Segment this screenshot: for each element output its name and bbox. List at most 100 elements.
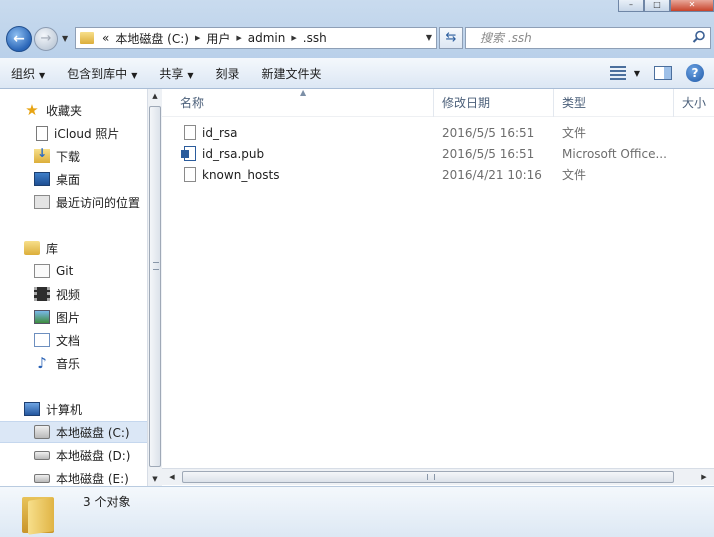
breadcrumb-drive-c[interactable]: 本地磁盘 (C:)	[115, 30, 189, 47]
help-icon[interactable]: ?	[686, 64, 704, 82]
minimize-button[interactable]: –	[618, 0, 644, 12]
publisher-file-icon	[181, 146, 196, 161]
nav-item-label: 视频	[56, 287, 81, 302]
share-menu[interactable]: 共享 ▼	[148, 65, 204, 82]
file-list: ▲ 名称 修改日期 类型 大小 id_rsa 2016/5/5 16:51 文件…	[162, 89, 714, 486]
folder-icon	[80, 32, 94, 44]
file-type: Microsoft Office...	[562, 146, 667, 161]
nav-item-videos[interactable]: 视频	[0, 283, 147, 305]
nav-item-downloads[interactable]: 下载	[0, 145, 147, 167]
back-button[interactable]: ←	[6, 26, 32, 52]
column-header-date[interactable]: 修改日期	[434, 89, 554, 117]
details-pane: 3 个对象	[0, 486, 714, 537]
include-in-library-label: 包含到库中	[67, 66, 128, 81]
grip-icon	[427, 474, 435, 480]
forward-button[interactable]: →	[34, 27, 58, 51]
address-bar[interactable]: « 本地磁盘 (C:) ▶ 用户 ▶ admin ▶ .ssh ▼	[75, 27, 437, 49]
nav-item-label: 本地磁盘 (D:)	[56, 448, 131, 463]
search-icon[interactable]	[692, 30, 706, 44]
file-list-horizontal-scrollbar[interactable]: ◀ ▶	[162, 468, 714, 485]
file-date: 2016/4/21 10:16	[442, 167, 542, 182]
chevron-right-icon[interactable]: ▶	[236, 34, 241, 42]
computer-icon	[24, 402, 40, 416]
nav-item-drive-d[interactable]: 本地磁盘 (D:)	[0, 444, 147, 466]
recent-places-icon	[34, 195, 50, 209]
organize-menu[interactable]: 组织 ▼	[0, 65, 56, 82]
file-row-id-rsa-pub[interactable]: id_rsa.pub 2016/5/5 16:51 Microsoft Offi…	[162, 143, 714, 164]
picture-icon	[34, 310, 50, 324]
share-label: 共享	[159, 66, 184, 81]
file-name-cell: id_rsa	[162, 125, 434, 140]
scroll-left-arrow-icon[interactable]: ◀	[164, 469, 180, 485]
sort-ascending-icon: ▲	[300, 89, 307, 97]
desktop-icon	[34, 172, 50, 186]
breadcrumb-overflow[interactable]: «	[102, 31, 109, 45]
navigation-scrollbar[interactable]: ▲ ▼	[147, 89, 162, 486]
nav-item-recent-places[interactable]: 最近访问的位置	[0, 191, 147, 213]
nav-computer[interactable]: 计算机	[0, 398, 147, 420]
nav-item-drive-c[interactable]: 本地磁盘 (C:)	[0, 421, 147, 443]
file-name: id_rsa.pub	[202, 146, 265, 161]
command-bar: 组织 ▼ 包含到库中 ▼ 共享 ▼ 刻录 新建文件夹 ▼ ?	[0, 58, 714, 89]
file-date: 2016/5/5 16:51	[442, 146, 535, 161]
scroll-up-arrow-icon[interactable]: ▲	[148, 89, 162, 103]
nav-favorites-label: 收藏夹	[46, 103, 83, 118]
nav-item-desktop[interactable]: 桌面	[0, 168, 147, 190]
nav-item-label: 桌面	[56, 172, 81, 187]
column-header-name[interactable]: ▲ 名称	[162, 89, 434, 117]
include-in-library-menu[interactable]: 包含到库中 ▼	[56, 65, 148, 82]
view-controls: ▼ ?	[609, 64, 704, 82]
nav-item-git[interactable]: Git	[0, 260, 147, 282]
search-box[interactable]	[465, 27, 711, 49]
view-details-icon	[609, 66, 626, 80]
column-header-type[interactable]: 类型	[554, 89, 674, 117]
change-view-button[interactable]: ▼	[609, 66, 640, 80]
recent-pages-dropdown[interactable]: ▼	[62, 34, 68, 43]
refresh-button[interactable]: ⇆	[439, 27, 463, 49]
documents-icon	[34, 333, 50, 347]
file-icon	[184, 125, 196, 140]
nav-libraries-label: 库	[46, 241, 59, 256]
nav-item-music[interactable]: ♪ 音乐	[0, 352, 147, 374]
scroll-right-arrow-icon[interactable]: ▶	[696, 469, 712, 485]
music-note-icon: ♪	[37, 354, 47, 372]
chevron-right-icon[interactable]: ▶	[291, 34, 296, 42]
scroll-down-arrow-icon[interactable]: ▼	[148, 472, 162, 486]
file-name: id_rsa	[202, 125, 238, 140]
breadcrumb-users[interactable]: 用户	[206, 30, 230, 47]
nav-item-label: 最近访问的位置	[56, 195, 141, 210]
nav-item-pictures[interactable]: 图片	[0, 306, 147, 328]
navigation-pane: ★ 收藏夹 iCloud 照片 下载 桌面 最近访问的位置 库 Git 视频 图…	[0, 89, 147, 486]
item-count: 3 个对象	[83, 495, 131, 509]
file-row-known-hosts[interactable]: known_hosts 2016/4/21 10:16 文件	[162, 164, 714, 185]
chevron-right-icon[interactable]: ▶	[195, 34, 200, 42]
nav-item-drive-e[interactable]: 本地磁盘 (E:)	[0, 467, 147, 486]
search-input[interactable]	[480, 31, 680, 45]
address-dropdown-icon[interactable]: ▼	[426, 33, 432, 42]
burn-button[interactable]: 刻录	[205, 65, 251, 82]
breadcrumb-ssh[interactable]: .ssh	[303, 31, 327, 45]
scrollbar-thumb[interactable]	[149, 106, 161, 467]
column-header-row: ▲ 名称 修改日期 类型 大小	[162, 89, 714, 117]
nav-item-label: 本地磁盘 (E:)	[56, 471, 129, 486]
drive-icon	[34, 450, 50, 460]
scrollbar-thumb[interactable]	[182, 471, 674, 483]
column-header-size[interactable]: 大小	[674, 89, 714, 117]
breadcrumb-admin[interactable]: admin	[248, 31, 286, 45]
preview-pane-icon[interactable]	[654, 66, 672, 80]
nav-item-icloud-photos[interactable]: iCloud 照片	[0, 122, 147, 144]
nav-libraries[interactable]: 库	[0, 237, 147, 259]
file-row-id-rsa[interactable]: id_rsa 2016/5/5 16:51 文件	[162, 122, 714, 143]
file-name-cell: known_hosts	[162, 167, 434, 182]
nav-item-label: Git	[56, 264, 74, 278]
maximize-button[interactable]: □	[644, 0, 670, 12]
dropdown-arrow-icon: ▼	[187, 70, 194, 80]
file-type: 文件	[562, 126, 587, 140]
column-name-label: 名称	[180, 96, 205, 110]
file-date: 2016/5/5 16:51	[442, 125, 535, 140]
close-button[interactable]: ✕	[670, 0, 714, 12]
nav-favorites[interactable]: ★ 收藏夹	[0, 99, 147, 121]
nav-item-documents[interactable]: 文档	[0, 329, 147, 351]
new-folder-button[interactable]: 新建文件夹	[251, 65, 333, 82]
nav-item-label: 音乐	[56, 356, 81, 371]
